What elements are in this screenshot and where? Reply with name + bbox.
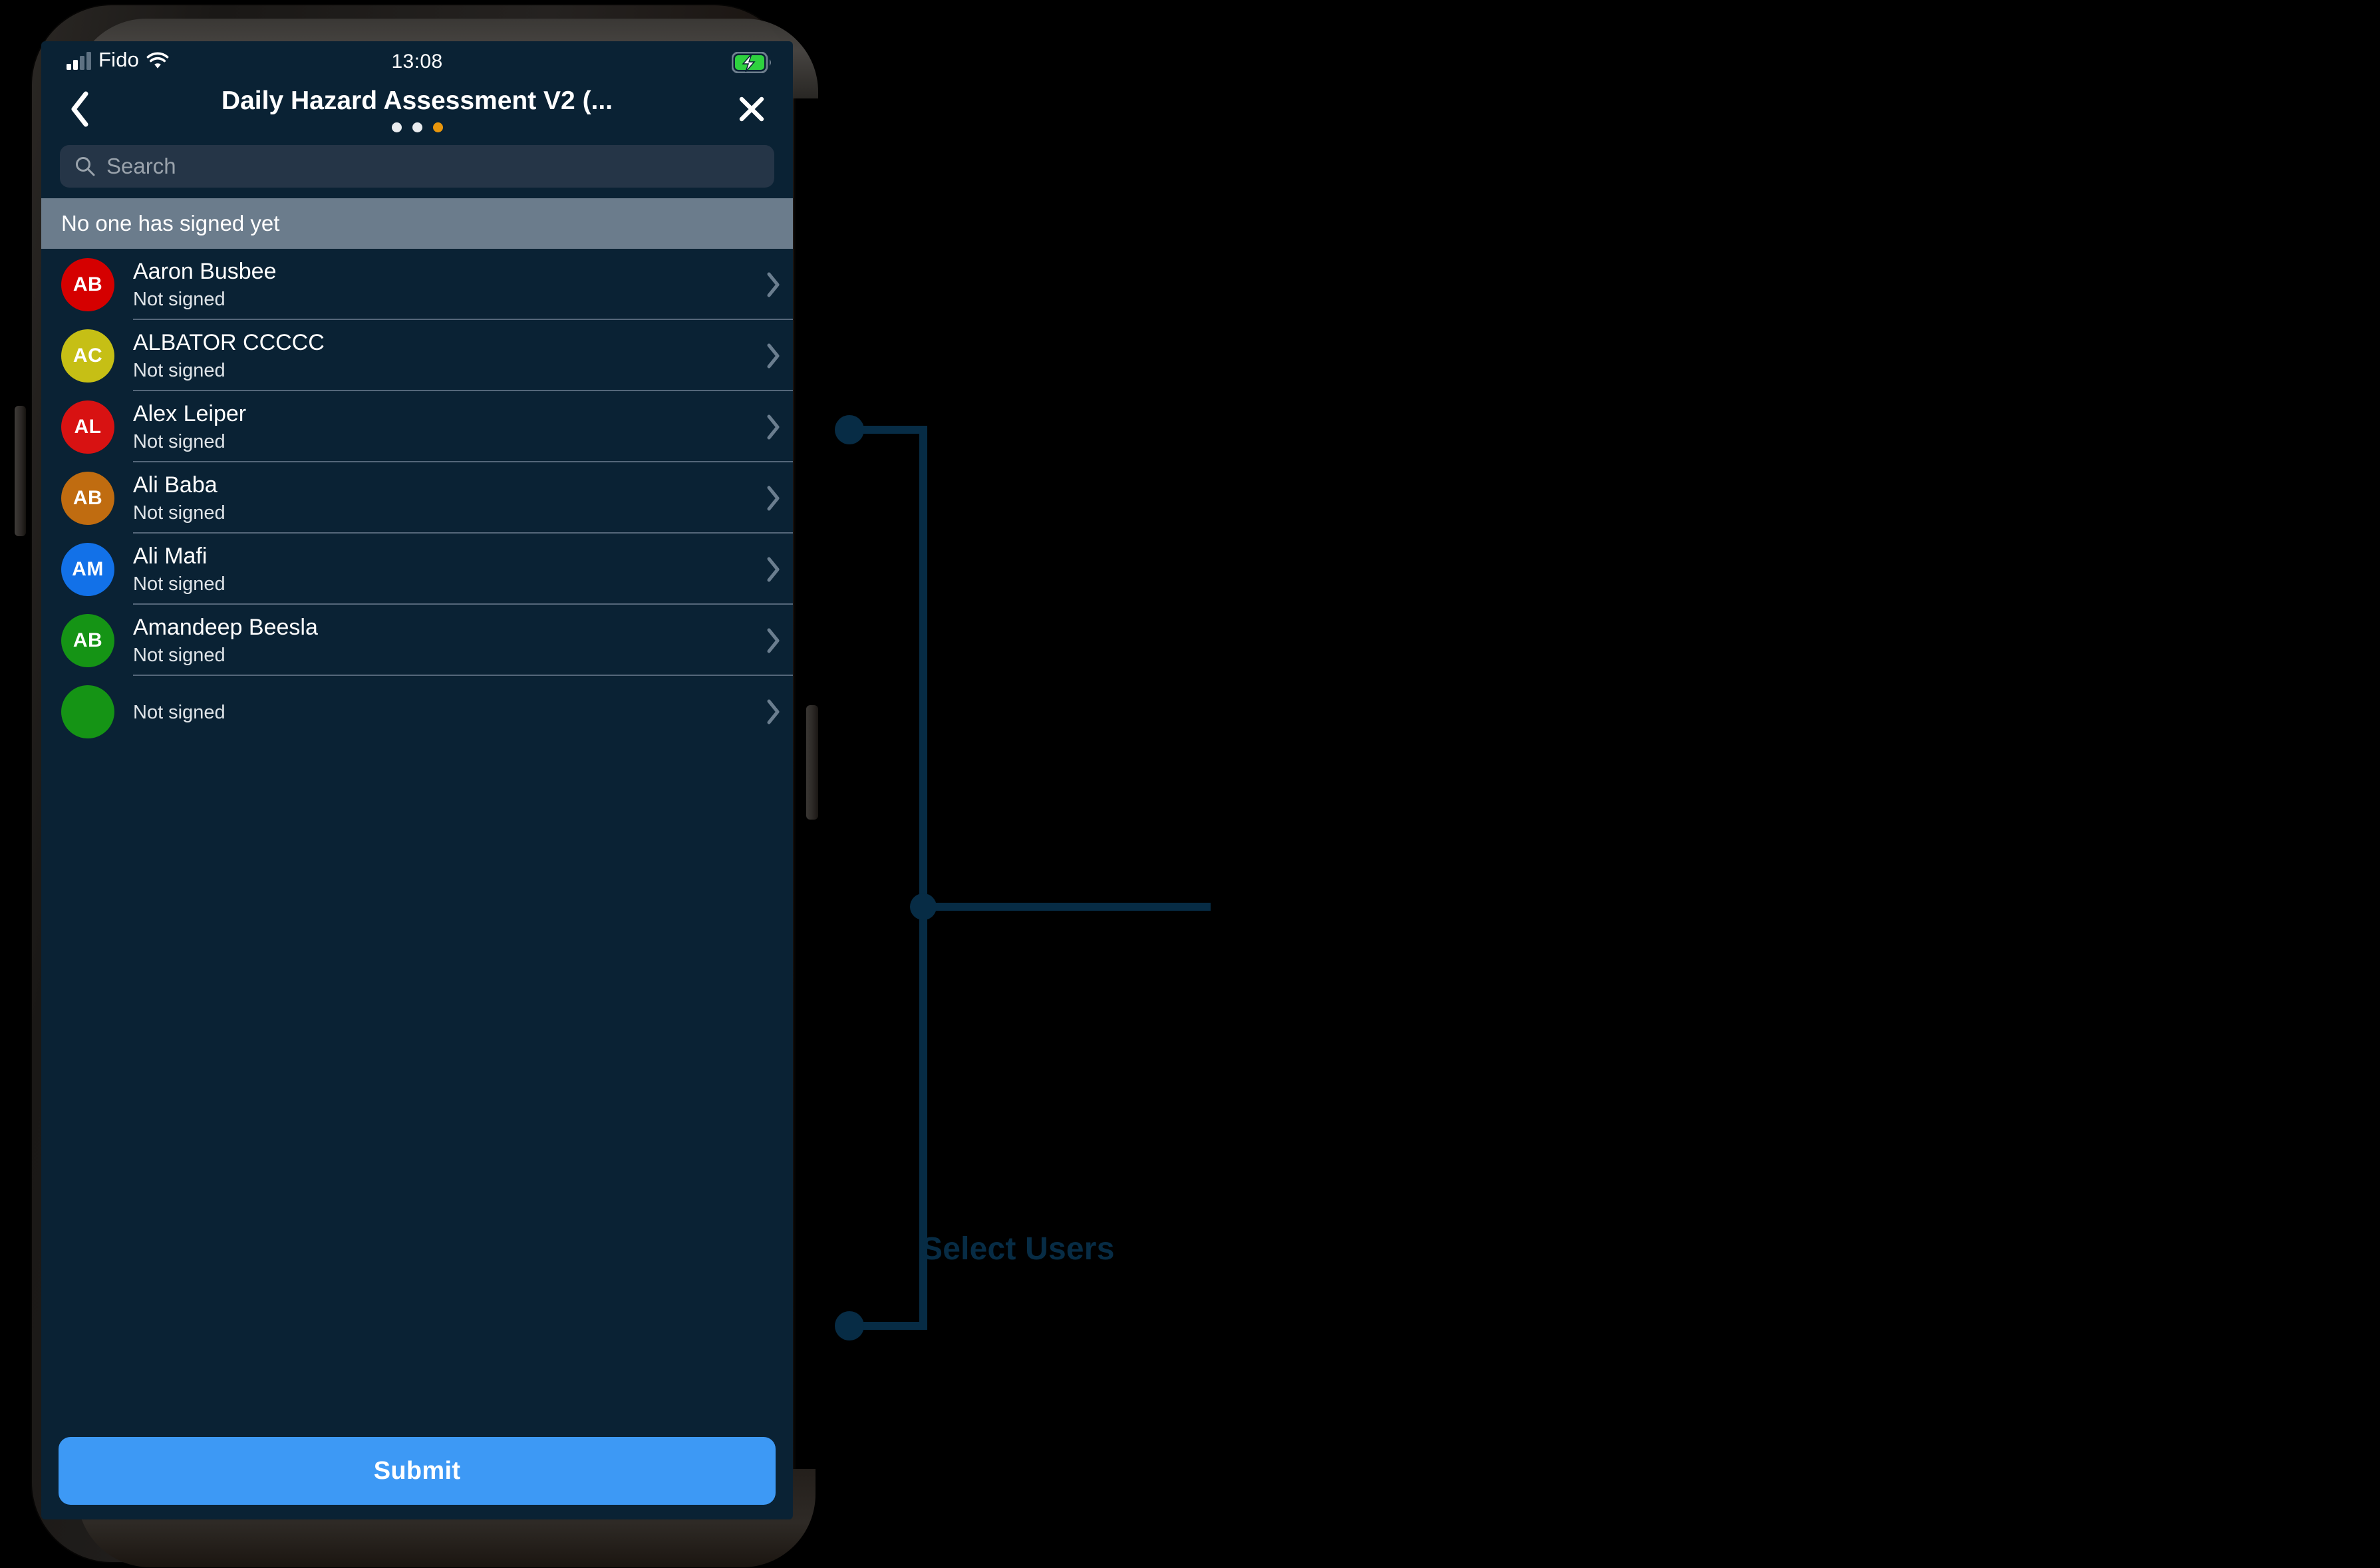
- annotation-label: Select Users: [921, 1231, 1115, 1267]
- chevron-right-icon[interactable]: [766, 485, 781, 512]
- user-signature-status: Not signed: [133, 288, 225, 310]
- submit-button[interactable]: Submit: [59, 1437, 776, 1505]
- user-row-body: Ali Mafi Not signed: [133, 534, 793, 605]
- annotation-callout: Select Users: [825, 386, 1237, 1384]
- search-icon: [76, 157, 95, 176]
- avatar: AC: [61, 329, 114, 383]
- avatar: AM: [61, 542, 114, 596]
- pagination-dot-3-active[interactable]: [432, 122, 443, 132]
- user-row[interactable]: Not signed: [41, 676, 793, 747]
- user-signature-status: Not signed: [133, 430, 225, 452]
- user-signature-status: Not signed: [133, 644, 225, 666]
- user-row-body: Aaron Busbee Not signed: [133, 249, 793, 320]
- user-name: ALBATOR CCCCC: [133, 329, 325, 355]
- avatar: AB: [61, 257, 114, 311]
- user-signature-status: Not signed: [133, 701, 225, 723]
- user-row[interactable]: AB Aaron Busbee Not signed: [41, 249, 793, 320]
- user-row[interactable]: AL Alex Leiper Not signed: [41, 391, 793, 462]
- pagination-dot-1[interactable]: [391, 122, 402, 132]
- user-row[interactable]: AM Ali Mafi Not signed: [41, 534, 793, 605]
- annotation-bracket: [835, 415, 1211, 1340]
- section-header-label: No one has signed yet: [61, 211, 280, 235]
- navigation-header: Daily Hazard Assessment V2 (...: [41, 84, 793, 140]
- user-name: Ali Baba: [133, 472, 218, 498]
- chevron-right-icon[interactable]: [766, 271, 781, 298]
- search-bar-container: Search: [41, 140, 793, 198]
- user-row[interactable]: AC ALBATOR CCCCC Not signed: [41, 320, 793, 391]
- status-bar-clock: 13:08: [391, 51, 443, 73]
- close-button[interactable]: [726, 81, 777, 137]
- page-title: Daily Hazard Assessment V2 (...: [221, 86, 613, 115]
- chevron-right-icon[interactable]: [766, 556, 781, 583]
- submit-button-label: Submit: [373, 1456, 461, 1485]
- chevron-left-icon: [71, 91, 88, 127]
- user-row[interactable]: AB Amandeep Beesla Not signed: [41, 605, 793, 676]
- volume-button[interactable]: [15, 406, 26, 536]
- user-signature-status: Not signed: [133, 359, 225, 381]
- user-name: Amandeep Beesla: [133, 614, 318, 640]
- search-input[interactable]: Search: [60, 145, 774, 188]
- pagination-dot-2[interactable]: [412, 122, 422, 132]
- user-row-body: Ali Baba Not signed: [133, 462, 793, 534]
- power-button[interactable]: [806, 705, 818, 820]
- pagination-dots: [41, 122, 793, 132]
- battery-charging-icon: [732, 52, 771, 73]
- close-x-icon: [739, 96, 764, 122]
- user-list[interactable]: AB Aaron Busbee Not signed AC ALBATOR CCCCC N…: [41, 249, 793, 747]
- avatar: AB: [61, 613, 114, 667]
- user-signature-status: Not signed: [133, 502, 225, 524]
- annotation-bracket-path: [849, 426, 927, 1330]
- annotation-midpoint-dot: [910, 893, 937, 920]
- user-row[interactable]: AB Ali Baba Not signed: [41, 462, 793, 534]
- chevron-right-icon[interactable]: [766, 343, 781, 369]
- chevron-right-icon[interactable]: [766, 699, 781, 725]
- avatar: [61, 685, 114, 738]
- search-placeholder-text: Search: [106, 154, 176, 178]
- user-row-body: Amandeep Beesla Not signed: [133, 605, 793, 676]
- user-name: Aaron Busbee: [133, 258, 277, 284]
- chevron-right-icon[interactable]: [766, 627, 781, 654]
- user-row-body: ALBATOR CCCCC Not signed: [133, 320, 793, 391]
- user-name: Alex Leiper: [133, 400, 247, 426]
- user-row-body: Alex Leiper Not signed: [133, 391, 793, 462]
- phone-screen: Fido 13:08 Daily Hazard Assessment V2 (.…: [41, 41, 793, 1519]
- annotation-endpoint-top-dot: [835, 415, 864, 444]
- avatar: AL: [61, 400, 114, 454]
- user-name: Ali Mafi: [133, 543, 208, 569]
- avatar: AB: [61, 471, 114, 525]
- user-signature-status: Not signed: [133, 573, 225, 595]
- chevron-right-icon[interactable]: [766, 414, 781, 440]
- section-header-no-signatures: No one has signed yet: [41, 198, 793, 249]
- user-row-body: Not signed: [133, 676, 793, 747]
- status-bar: Fido 13:08: [41, 41, 793, 84]
- annotation-endpoint-bottom-dot: [835, 1311, 864, 1340]
